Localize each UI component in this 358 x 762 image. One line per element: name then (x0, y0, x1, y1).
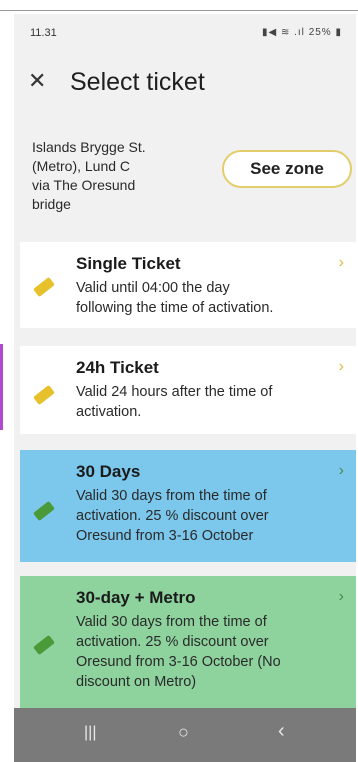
ticket-name: 30-day + Metro (76, 588, 196, 607)
ticket-description: Valid 30 days from the time of activatio… (76, 486, 338, 546)
route-line: bridge (32, 196, 71, 212)
battery-percent: 25% (308, 27, 332, 38)
app-bar: ✕ Select ticket (14, 58, 356, 110)
ticket-card-30-days[interactable]: 30 Days Valid 30 days from the time of a… (20, 450, 356, 562)
desc-line: Valid 30 days from the time of (76, 488, 267, 504)
chevron-right-icon: › (338, 358, 344, 375)
chevron-right-icon: › (338, 588, 344, 605)
top-border (0, 0, 358, 11)
page-title: Select ticket (70, 68, 205, 96)
ticket-icon (33, 384, 55, 406)
ticket-card-single[interactable]: Single Ticket Valid until 04:00 the day … (20, 242, 356, 328)
desc-line: Valid until 04:00 the day (76, 280, 230, 296)
route-description: Islands Brygge St. (Metro), Lund C via T… (32, 138, 202, 214)
signal-icon: ▮◀ ≋ .ıl (261, 27, 305, 38)
side-marker (0, 344, 3, 430)
route-line: (Metro), Lund C (32, 158, 131, 174)
ticket-card-30-day-metro[interactable]: 30-day + Metro Valid 30 days from the ti… (20, 576, 356, 708)
desc-line: Oresund from 3-16 October (76, 528, 254, 544)
ticket-icon (33, 500, 55, 522)
ticket-name: 24h Ticket (76, 358, 159, 377)
desc-line: activation. 25 % discount over (76, 634, 269, 650)
chevron-right-icon: › (338, 254, 344, 271)
battery-icon: ▮ (335, 27, 342, 38)
desc-line: Valid 24 hours after the time of (76, 384, 273, 400)
recent-apps-icon[interactable]: ||| (84, 724, 96, 742)
android-nav-bar: ||| ○ ‹ (14, 708, 356, 762)
ticket-description: Valid until 04:00 the day following the … (76, 278, 338, 318)
desc-line: activation. 25 % discount over (76, 508, 269, 524)
back-icon[interactable]: ‹ (278, 720, 285, 743)
close-icon[interactable]: ✕ (28, 68, 46, 94)
desc-line: Oresund from 3-16 October (No (76, 654, 281, 670)
status-time: 11.31 (30, 27, 57, 39)
ticket-icon (33, 634, 55, 656)
ticket-icon (33, 276, 55, 298)
desc-line: following the time of activation. (76, 300, 274, 316)
chevron-right-icon: › (338, 462, 344, 479)
phone-screen: 11.31 ▮◀ ≋ .ıl 25% ▮ ✕ Select ticket Isl… (14, 14, 356, 762)
ticket-name: 30 Days (76, 462, 141, 481)
ticket-description: Valid 30 days from the time of activatio… (76, 612, 338, 692)
desc-line: discount on Metro) (76, 674, 197, 690)
route-line: via The Oresund (32, 177, 136, 193)
desc-line: activation. (76, 404, 142, 420)
status-bar: 11.31 ▮◀ ≋ .ıl 25% ▮ (14, 14, 356, 50)
status-indicators: ▮◀ ≋ .ıl 25% ▮ (262, 27, 342, 38)
route-line: Islands Brygge St. (32, 139, 146, 155)
see-zone-button[interactable]: See zone (222, 150, 352, 188)
ticket-description: Valid 24 hours after the time of activat… (76, 382, 338, 422)
home-icon[interactable]: ○ (178, 722, 189, 743)
desc-line: Valid 30 days from the time of (76, 614, 267, 630)
ticket-card-24h[interactable]: 24h Ticket Valid 24 hours after the time… (20, 346, 356, 434)
ticket-name: Single Ticket (76, 254, 181, 273)
